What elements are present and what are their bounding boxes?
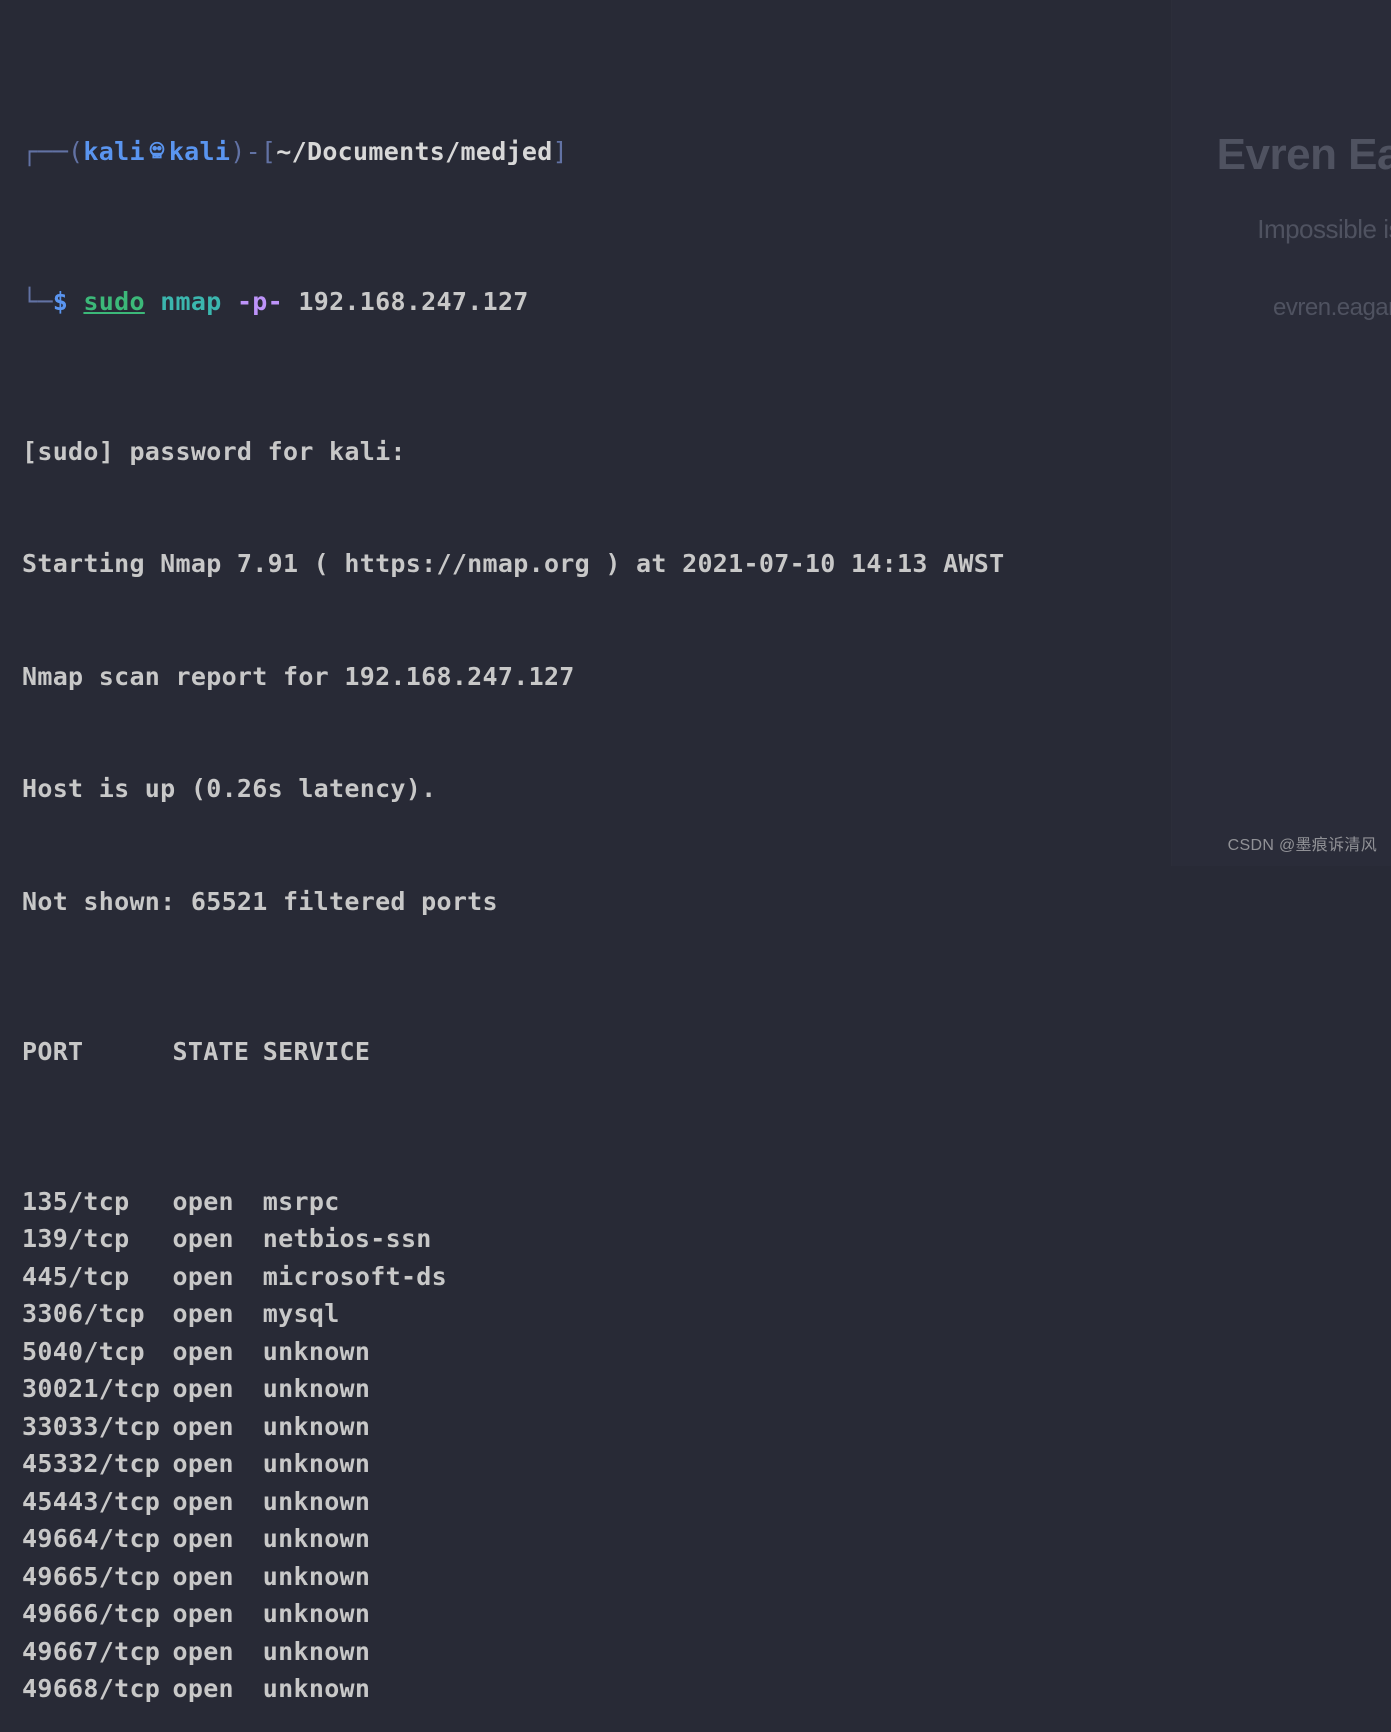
port-cell: 49668/tcp (22, 1670, 173, 1708)
service-cell: unknown (263, 1408, 370, 1446)
prompt-line: ┌──(kalikali)-[~/Documents/medjed] (22, 133, 1369, 171)
cmd-flag: -p- (237, 287, 283, 316)
port-table-row: 445/tcpopenmicrosoft-ds (22, 1258, 1369, 1296)
nmap-report-line: Nmap scan report for 192.168.247.127 (22, 658, 1369, 696)
state-cell: open (173, 1258, 263, 1296)
terminal-output[interactable]: ┌──(kalikali)-[~/Documents/medjed] └─$ s… (22, 20, 1369, 1732)
port-table-row: 3306/tcpopenmysql (22, 1295, 1369, 1333)
service-cell: netbios-ssn (263, 1220, 432, 1258)
state-cell: open (173, 1558, 263, 1596)
port-table-row: 49668/tcpopenunknown (22, 1670, 1369, 1708)
state-cell: open (173, 1445, 263, 1483)
port-cell: 49664/tcp (22, 1520, 173, 1558)
header-port: PORT (22, 1033, 173, 1071)
service-cell: unknown (263, 1483, 370, 1521)
cmd-program: nmap (160, 287, 221, 316)
state-cell: open (173, 1370, 263, 1408)
state-cell: open (173, 1670, 263, 1708)
service-cell: mysql (263, 1295, 340, 1333)
state-cell: open (173, 1595, 263, 1633)
port-cell: 49665/tcp (22, 1558, 173, 1596)
watermark: CSDN @墨痕诉清风 (1228, 834, 1377, 858)
service-cell: unknown (263, 1633, 370, 1671)
port-cell: 139/tcp (22, 1220, 173, 1258)
port-cell: 445/tcp (22, 1258, 173, 1296)
port-cell: 45443/tcp (22, 1483, 173, 1521)
port-table-row: 49667/tcpopenunknown (22, 1633, 1369, 1671)
port-table-header: PORTSTATESERVICE (22, 1033, 1369, 1071)
state-cell: open (173, 1295, 263, 1333)
service-cell: unknown (263, 1445, 370, 1483)
port-cell: 5040/tcp (22, 1333, 173, 1371)
state-cell: open (173, 1483, 263, 1521)
cmd-sudo: sudo (83, 287, 144, 316)
service-cell: unknown (263, 1670, 370, 1708)
state-cell: open (173, 1633, 263, 1671)
port-cell: 49666/tcp (22, 1595, 173, 1633)
port-table-row: 49664/tcpopenunknown (22, 1520, 1369, 1558)
sudo-password-prompt: [sudo] password for kali: (22, 433, 1369, 471)
host-up-line: Host is up (0.26s latency). (22, 770, 1369, 808)
port-table-row: 135/tcpopenmsrpc (22, 1183, 1369, 1221)
port-table-row: 49665/tcpopenunknown (22, 1558, 1369, 1596)
port-table-row: 45443/tcpopenunknown (22, 1483, 1369, 1521)
service-cell: microsoft-ds (263, 1258, 447, 1296)
port-table-row: 5040/tcpopenunknown (22, 1333, 1369, 1371)
port-table-row: 30021/tcpopenunknown (22, 1370, 1369, 1408)
service-cell: unknown (263, 1370, 370, 1408)
prompt-host: kali (169, 137, 230, 166)
cmd-target: 192.168.247.127 (298, 287, 528, 316)
nmap-starting-line: Starting Nmap 7.91 ( https://nmap.org ) … (22, 545, 1369, 583)
prompt-symbol: $ (53, 287, 68, 316)
port-cell: 3306/tcp (22, 1295, 173, 1333)
header-state: STATE (173, 1033, 263, 1071)
service-cell: unknown (263, 1333, 370, 1371)
header-service: SERVICE (263, 1033, 370, 1071)
port-cell: 45332/tcp (22, 1445, 173, 1483)
port-cell: 33033/tcp (22, 1408, 173, 1446)
prompt-user: kali (83, 137, 144, 166)
port-cell: 49667/tcp (22, 1633, 173, 1671)
state-cell: open (173, 1520, 263, 1558)
port-table-row: 139/tcpopennetbios-ssn (22, 1220, 1369, 1258)
service-cell: unknown (263, 1520, 370, 1558)
state-cell: open (173, 1183, 263, 1221)
service-cell: unknown (263, 1595, 370, 1633)
service-cell: unknown (263, 1558, 370, 1596)
port-table-row: 45332/tcpopenunknown (22, 1445, 1369, 1483)
port-table-row: 33033/tcpopenunknown (22, 1408, 1369, 1446)
port-cell: 135/tcp (22, 1183, 173, 1221)
port-table-row: 49666/tcpopenunknown (22, 1595, 1369, 1633)
state-cell: open (173, 1408, 263, 1446)
service-cell: msrpc (263, 1183, 340, 1221)
port-cell: 30021/tcp (22, 1370, 173, 1408)
command-line: └─$ sudo nmap -p- 192.168.247.127 (22, 283, 1369, 321)
skull-icon (145, 141, 169, 161)
not-shown-line: Not shown: 65521 filtered ports (22, 883, 1369, 921)
state-cell: open (173, 1220, 263, 1258)
state-cell: open (173, 1333, 263, 1371)
prompt-path: ~/Documents/medjed (276, 137, 552, 166)
